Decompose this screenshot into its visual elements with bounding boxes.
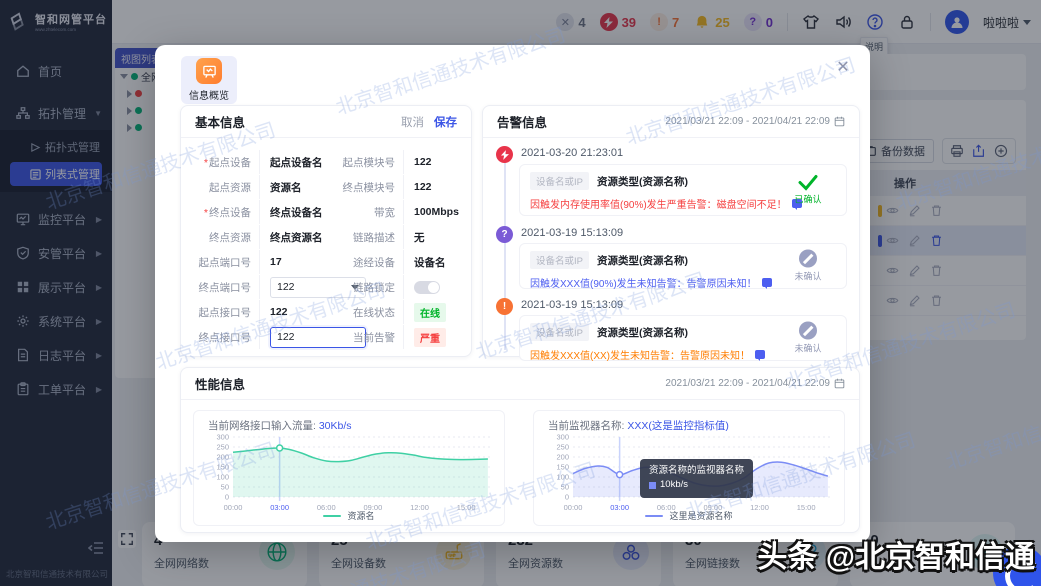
alert-time: 2021-03-19 15:13:09	[521, 227, 623, 239]
field-value: 122	[270, 306, 288, 318]
alert-message: 因触发XXX值(XX)发生未知告警：告警原因未知！	[530, 347, 750, 362]
performance-title: 性能信息	[195, 374, 245, 393]
save-button[interactable]: 保存	[434, 114, 457, 130]
flash-icon	[496, 146, 513, 163]
alert-target: 资源类型(资源名称)	[597, 253, 688, 268]
cancel-button[interactable]: 取消	[401, 114, 424, 130]
confirm-status: 未确认	[794, 270, 821, 283]
basic-info-title: 基本信息	[195, 112, 245, 131]
question-icon: ?	[496, 226, 513, 243]
field-value: 终点设备名	[270, 205, 323, 220]
field-value: 无	[414, 230, 425, 245]
timeline-line	[504, 154, 506, 350]
check-icon	[798, 175, 818, 191]
alert-item[interactable]: 设备名或IP 资源类型(资源名称) 因触发XXX值(XX)发生未知告警：告警原因…	[519, 315, 847, 361]
svg-text:0: 0	[565, 493, 569, 502]
monitor-chart-card: 当前监视器名称: XXX(这是监控指标值) 050100150200250300…	[533, 410, 845, 526]
field-value: 终点资源名	[270, 230, 323, 245]
alert-message: 因触发XXX值(90%)发生未知告警：告警原因未知！	[530, 275, 757, 290]
series-marker	[649, 482, 656, 489]
chart-tooltip: 资源名称的监视器名称 10kb/s	[640, 459, 753, 498]
exclamation-icon: !	[496, 298, 513, 315]
svg-text:100: 100	[216, 473, 229, 482]
chart-legend[interactable]: 这里是资源名称	[534, 509, 844, 522]
confirm-status: 已确认	[794, 193, 821, 206]
svg-text:0: 0	[225, 493, 229, 502]
field-value: 起点设备名	[270, 155, 323, 170]
svg-text:200: 200	[556, 453, 569, 462]
device-tag: 设备名或IP	[530, 172, 589, 190]
comment-icon[interactable]	[762, 278, 772, 287]
tab-info-overview[interactable]: 信息概览	[181, 56, 237, 104]
field-value: 122	[414, 156, 432, 168]
basic-info-panel: 基本信息 取消 保存 *起点设备起点设备名 起点资源资源名 *终点设备终点设备名…	[180, 105, 472, 357]
svg-text:50: 50	[561, 483, 569, 492]
field-value: 17	[270, 256, 282, 268]
svg-text:50: 50	[221, 483, 229, 492]
online-status-badge: 在线	[414, 303, 446, 322]
field-value: 122	[414, 181, 432, 193]
svg-text:300: 300	[216, 433, 229, 442]
field-value: 资源名	[270, 180, 302, 195]
svg-text:200: 200	[216, 453, 229, 462]
calendar-icon	[834, 378, 845, 389]
svg-text:150: 150	[216, 463, 229, 472]
tab-label: 信息概览	[189, 87, 229, 102]
unconfirmed-icon	[799, 250, 817, 268]
svg-text:250: 250	[556, 443, 569, 452]
svg-text:150: 150	[556, 463, 569, 472]
field-value: 100Mbps	[414, 206, 459, 218]
alert-time: 2021-03-20 21:23:01	[521, 147, 623, 159]
alert-time: 2021-03-19 15:13:09	[521, 299, 623, 311]
alert-info-panel: 告警信息 2021/03/21 22:09 - 2021/04/21 22:09…	[482, 105, 860, 357]
close-icon[interactable]: ✕	[834, 59, 852, 77]
comment-icon[interactable]	[755, 350, 765, 359]
alert-target: 资源类型(资源名称)	[597, 325, 688, 340]
svg-text:300: 300	[556, 433, 569, 442]
chart-legend[interactable]: 资源名	[194, 509, 504, 522]
current-alarm-badge: 严重	[414, 328, 446, 347]
info-overview-modal: 信息概览 ✕ 基本信息 取消 保存 *起点设备起点设备名 起点资源资源名 *终点…	[155, 45, 870, 542]
svg-text:250: 250	[216, 443, 229, 452]
app-root: 智和网管平台 www.zhtelecom.com ✕ 4 39 ! 7	[0, 0, 1041, 586]
device-tag: 设备名或IP	[530, 323, 589, 341]
traffic-chart-card: 当前网络接口输入流量: 30Kb/s 05010015020025030000:…	[193, 410, 505, 526]
device-tag: 设备名或IP	[530, 251, 589, 269]
alert-date-range[interactable]: 2021/03/21 22:09 - 2021/04/21 22:09	[665, 116, 845, 127]
confirm-status: 未确认	[794, 342, 821, 355]
field-value: 设备名	[414, 255, 446, 270]
svg-text:100: 100	[556, 473, 569, 482]
alert-target: 资源类型(资源名称)	[597, 174, 688, 189]
alert-info-title: 告警信息	[497, 112, 547, 131]
overview-board-icon	[196, 58, 222, 84]
performance-panel: 性能信息 2021/03/21 22:09 - 2021/04/21 22:09…	[180, 367, 860, 533]
link-lock-toggle[interactable]	[414, 281, 440, 294]
unconfirmed-icon	[799, 322, 817, 340]
performance-date-range[interactable]: 2021/03/21 22:09 - 2021/04/21 22:09	[665, 378, 845, 389]
alert-message: 因触发内存使用率值(90%)发生严重告警：磁盘空间不足！	[530, 196, 787, 211]
calendar-icon	[834, 116, 845, 127]
alert-item[interactable]: 设备名或IP 资源类型(资源名称) 因触发XXX值(90%)发生未知告警：告警原…	[519, 243, 847, 289]
alert-item[interactable]: 设备名或IP 资源类型(资源名称) 因触发内存使用率值(90%)发生严重告警：磁…	[519, 164, 847, 216]
